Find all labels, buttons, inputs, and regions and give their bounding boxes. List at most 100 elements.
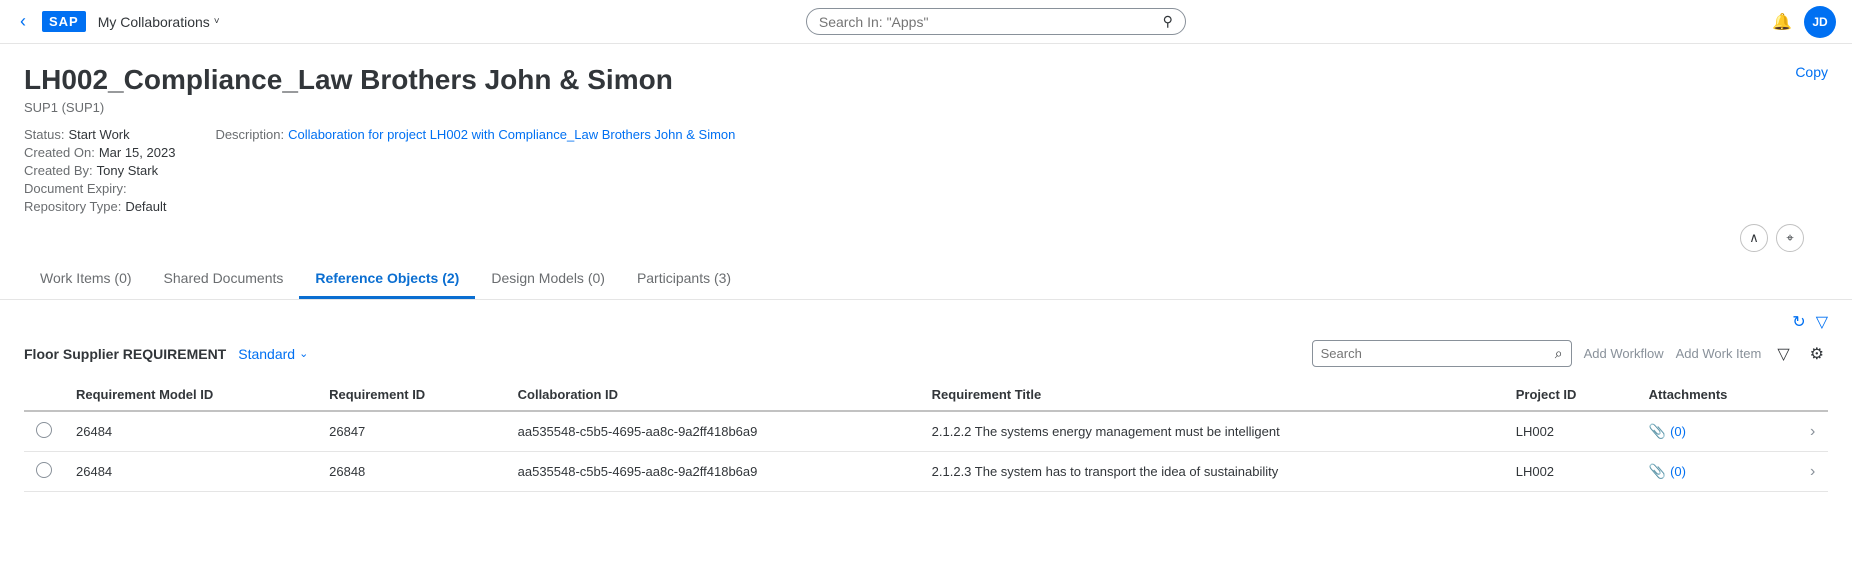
standard-chevron-icon: ⌄ [299,347,308,360]
row-req-id: 26848 [317,452,506,492]
tab-shared-documents[interactable]: Shared Documents [148,260,300,299]
toolbar-right: Add Workflow Add Work Item ▽ ⚙ [1584,342,1828,366]
row-radio-1[interactable] [36,462,52,478]
created-on-value: Mar 15, 2023 [99,145,176,160]
doc-expiry-label: Document Expiry: [24,181,127,196]
tabs-bar: Work Items (0) Shared Documents Referenc… [0,260,1852,300]
doc-expiry-row: Document Expiry: [24,181,175,196]
meta-col-left: Status: Start Work Created On: Mar 15, 2… [24,127,175,214]
table-row: 26484 26848 aa535548-c5b5-4695-aa8c-9a2f… [24,452,1828,492]
row-collab-id: aa535548-c5b5-4695-aa8c-9a2ff418b6a9 [506,452,920,492]
row-attachments[interactable]: 📎 (0) [1637,411,1798,452]
app-title-label: My Collaborations [98,14,210,30]
table-filter-button[interactable]: ▽ [1773,342,1793,366]
row-radio-0[interactable] [36,422,52,438]
th-attachments: Attachments [1637,379,1798,411]
attachment-count: (0) [1670,424,1686,439]
meta-section: Status: Start Work Created On: Mar 15, 2… [24,127,1828,214]
row-collab-id: aa535548-c5b5-4695-aa8c-9a2ff418b6a9 [506,411,920,452]
row-req-id: 26847 [317,411,506,452]
copy-button[interactable]: Copy [1795,64,1828,80]
th-radio [24,379,64,411]
page-header: LH002_Compliance_Law Brothers John & Sim… [0,44,1852,252]
nav-search-box[interactable]: ⚲ [806,8,1186,35]
description-label: Description: [215,127,284,142]
repo-type-row: Repository Type: Default [24,199,175,214]
table-header-row: Requirement Model ID Requirement ID Coll… [24,379,1828,411]
table-search-input[interactable] [1321,346,1549,361]
tab-participants[interactable]: Participants (3) [621,260,747,299]
tab-reference-objects[interactable]: Reference Objects (2) [299,260,475,299]
page-title: LH002_Compliance_Law Brothers John & Sim… [24,64,1828,96]
description-row: Description: Collaboration for project L… [215,127,735,142]
paperclip-icon: 📎 [1649,423,1666,440]
row-radio-cell[interactable] [24,452,64,492]
notification-bell-icon[interactable]: 🔔 [1772,12,1792,32]
row-req-title: 2.1.2.2 The systems energy management mu… [920,411,1504,452]
created-on-row: Created On: Mar 15, 2023 [24,145,175,160]
app-title-nav[interactable]: My Collaborations ˅ [98,14,220,30]
nav-search-input[interactable] [819,14,1155,30]
th-collab-id: Collaboration ID [506,379,920,411]
row-nav-arrow-1[interactable]: › [1810,463,1815,480]
standard-label: Standard [238,346,295,362]
description-value: Collaboration for project LH002 with Com… [288,127,735,142]
row-radio-cell[interactable] [24,411,64,452]
table-toolbar: Floor Supplier REQUIREMENT Standard ⌄ ⌕ … [24,340,1828,367]
add-work-item-button[interactable]: Add Work Item [1676,346,1762,361]
attachment-count: (0) [1670,464,1686,479]
content-top-icons: ↻ ▽ [24,312,1828,332]
repo-type-value: Default [125,199,166,214]
tab-design-models[interactable]: Design Models (0) [475,260,621,299]
row-req-model-id: 26484 [64,411,317,452]
paperclip-icon: 📎 [1649,463,1666,480]
table-title: Floor Supplier REQUIREMENT [24,346,226,362]
created-by-value: Tony Stark [97,163,158,178]
page-subtitle: SUP1 (SUP1) [24,100,1828,115]
th-nav [1798,379,1828,411]
th-req-model-id: Requirement Model ID [64,379,317,411]
row-project-id: LH002 [1504,452,1637,492]
created-on-label: Created On: [24,145,95,160]
row-attachments[interactable]: 📎 (0) [1637,452,1798,492]
row-req-model-id: 26484 [64,452,317,492]
th-req-title: Requirement Title [920,379,1504,411]
table-settings-button[interactable]: ⚙ [1806,342,1828,366]
content-area: ↻ ▽ Floor Supplier REQUIREMENT Standard … [0,300,1852,504]
top-navigation: ‹ SAP My Collaborations ˅ ⚲ 🔔 JD [0,0,1852,44]
th-project-id: Project ID [1504,379,1637,411]
repo-type-label: Repository Type: [24,199,121,214]
refresh-button[interactable]: ↻ [1792,312,1805,332]
status-label: Status: [24,127,64,142]
standard-dropdown-button[interactable]: Standard ⌄ [238,346,308,362]
filter-top-button[interactable]: ▽ [1816,312,1828,332]
row-project-id: LH002 [1504,411,1637,452]
app-title-chevron-icon: ˅ [214,16,220,27]
th-req-id: Requirement ID [317,379,506,411]
nav-search-container: ⚲ [232,8,1760,35]
sap-logo[interactable]: SAP [42,11,86,32]
add-workflow-button[interactable]: Add Workflow [1584,346,1664,361]
nav-search-icon: ⚲ [1163,13,1173,30]
created-by-row: Created By: Tony Stark [24,163,175,178]
row-req-title: 2.1.2.3 The system has to transport the … [920,452,1504,492]
row-nav-cell[interactable]: › [1798,411,1828,452]
header-actions: ∧ ⌖ [24,224,1828,252]
requirements-table: Requirement Model ID Requirement ID Coll… [24,379,1828,492]
table-search-box[interactable]: ⌕ [1312,340,1572,367]
row-nav-arrow-0[interactable]: › [1810,423,1815,440]
meta-col-right: Description: Collaboration for project L… [215,127,735,214]
attachment-link-1[interactable]: 📎 (0) [1649,463,1786,480]
back-button[interactable]: ‹ [16,7,30,36]
table-search-icon: ⌕ [1555,345,1563,362]
nav-right-actions: 🔔 JD [1772,6,1836,38]
tab-work-items[interactable]: Work Items (0) [24,260,148,299]
collapse-button[interactable]: ∧ [1740,224,1768,252]
status-value: Start Work [68,127,129,142]
row-nav-cell[interactable]: › [1798,452,1828,492]
user-avatar[interactable]: JD [1804,6,1836,38]
pin-button[interactable]: ⌖ [1776,224,1804,252]
created-by-label: Created By: [24,163,93,178]
table-row: 26484 26847 aa535548-c5b5-4695-aa8c-9a2f… [24,411,1828,452]
attachment-link-0[interactable]: 📎 (0) [1649,423,1786,440]
